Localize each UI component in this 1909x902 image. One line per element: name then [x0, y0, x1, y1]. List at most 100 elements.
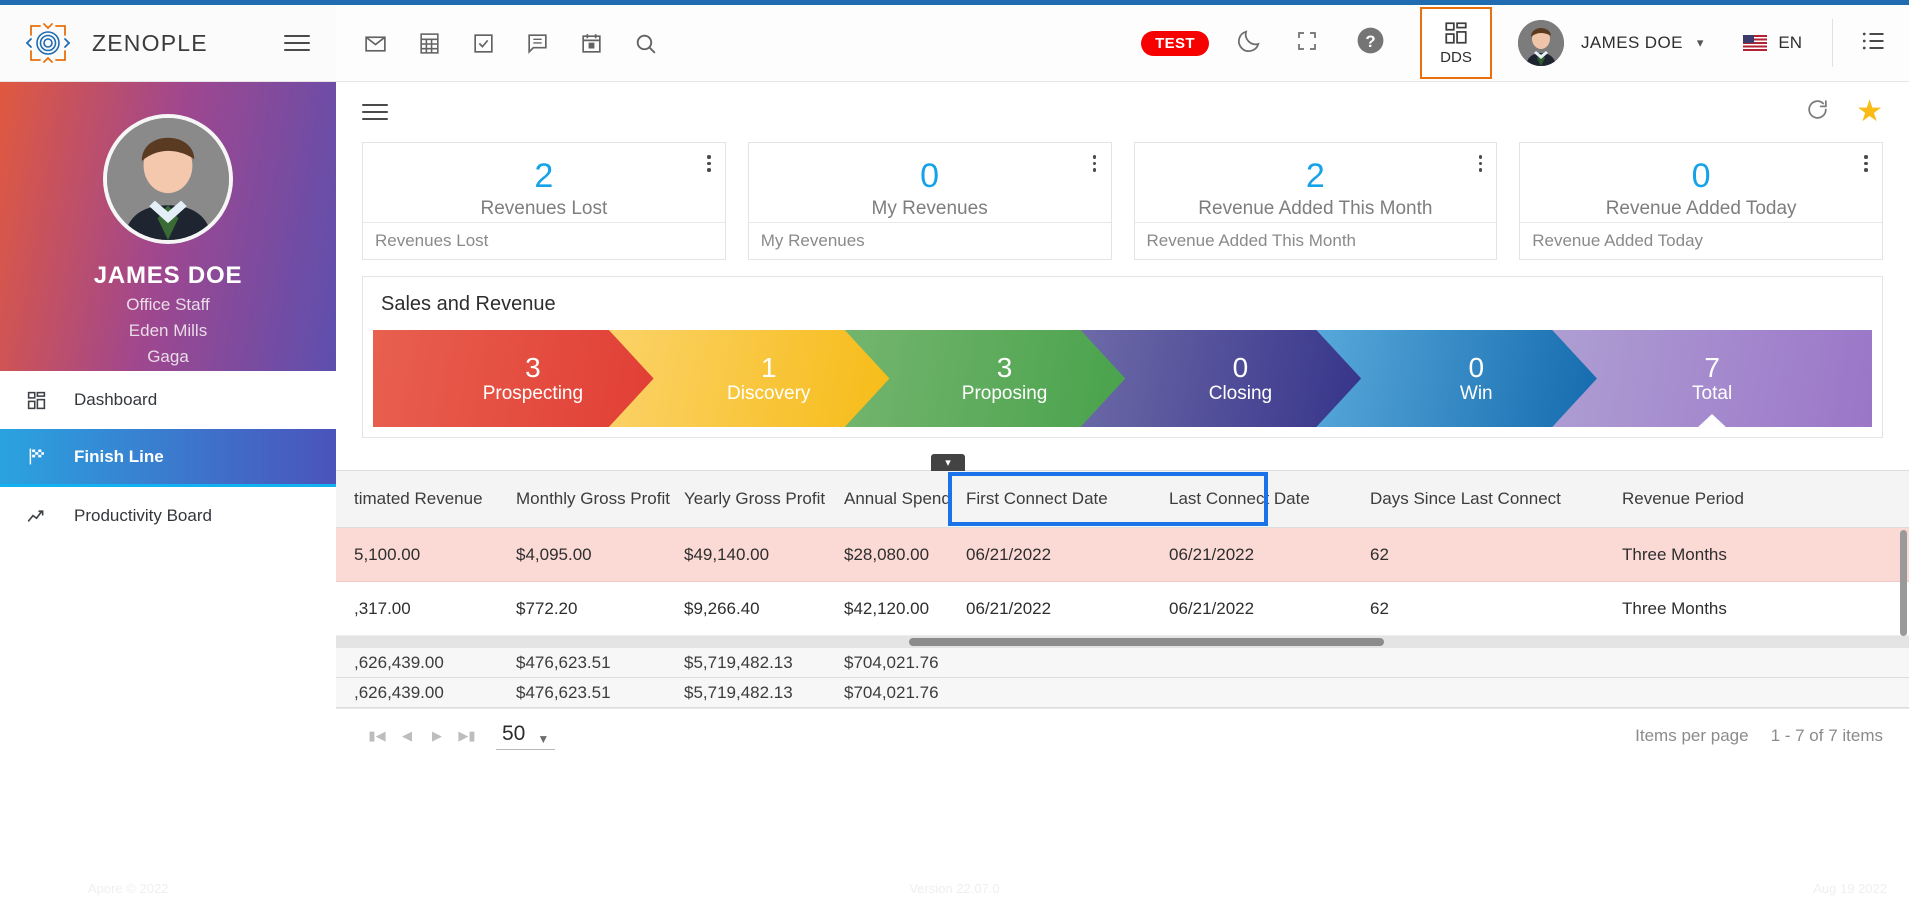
checkered-flag-icon — [26, 446, 56, 467]
sidebar-item-productivity-board[interactable]: Productivity Board — [0, 487, 336, 545]
pager-info: Items per page 1 - 7 of 7 items — [1635, 726, 1883, 746]
summary-yearly-gross-profit: $5,719,482.13 — [684, 652, 793, 672]
cell-first-connect-date: 06/21/2022 — [966, 598, 1052, 618]
list-menu-icon[interactable] — [1859, 27, 1887, 60]
grid-horizontal-scroll-thumb[interactable] — [909, 638, 1384, 646]
funnel-stage-label: Proposing — [961, 382, 1048, 404]
calculator-icon[interactable] — [413, 27, 445, 59]
avatar — [1518, 20, 1564, 66]
sidebar-item-finish-line[interactable]: Finish Line — [0, 429, 336, 487]
main-toolbar: ★ — [336, 82, 1909, 142]
message-icon[interactable] — [521, 27, 553, 59]
calendar-icon[interactable] — [575, 27, 607, 59]
panel-title: Sales and Revenue — [381, 293, 556, 315]
grid-dashboard-icon — [26, 390, 56, 411]
help-question-icon[interactable]: ? — [1355, 25, 1386, 61]
star-icon[interactable]: ★ — [1856, 97, 1883, 127]
profile-company: Gaga — [147, 347, 189, 366]
kpi-footer: Revenue Added Today — [1520, 222, 1882, 259]
more-vertical-icon[interactable] — [1861, 152, 1871, 175]
column-header[interactable]: timated Revenue — [336, 489, 498, 509]
page-next-button[interactable]: ▶ — [422, 721, 452, 751]
column-header[interactable]: First Connect Date — [948, 489, 1151, 509]
cell-annual-spend: $42,120.00 — [844, 598, 930, 618]
cell-annual-spend: $28,080.00 — [844, 544, 930, 564]
summary-annual-spend: $704,021.76 — [844, 682, 939, 702]
column-header[interactable]: Yearly Gross Profit — [666, 489, 826, 509]
column-header[interactable]: Monthly Gross Profit — [498, 489, 670, 509]
cell-estimated-revenue: ,317.00 — [354, 598, 411, 618]
column-header[interactable]: Revenue Period — [1604, 489, 1804, 509]
toolbar-actions: ★ — [1805, 97, 1883, 127]
environment-badge[interactable]: TEST — [1141, 30, 1209, 56]
more-vertical-icon[interactable] — [1090, 152, 1100, 175]
sidebar-item-dashboard[interactable]: Dashboard — [0, 371, 336, 429]
user-menu[interactable]: JAMES DOE ▾ — [1518, 20, 1703, 66]
kpi-card[interactable]: 2 Revenues Lost Revenues Lost — [362, 142, 726, 260]
collapse-panel-toggle[interactable]: ▾ — [931, 454, 965, 471]
summary-yearly-gross-profit: $5,719,482.13 — [684, 682, 793, 702]
main-menu-button[interactable] — [362, 104, 388, 120]
language-label: EN — [1778, 33, 1802, 52]
footer-date: Aug 19 2022 — [1813, 880, 1887, 896]
page-size-select[interactable]: 50 ▼ — [496, 722, 556, 750]
language-selector[interactable]: EN — [1743, 33, 1802, 53]
trend-up-icon — [26, 506, 56, 527]
items-per-page-label: Items per page — [1635, 725, 1749, 745]
kpi-card[interactable]: 0 Revenue Added Today Revenue Added Toda… — [1519, 142, 1883, 260]
cell-last-connect-date: 06/21/2022 — [1169, 544, 1255, 564]
data-grid: ▾ timated Revenue Monthly Gross Profit Y… — [336, 454, 1909, 902]
task-check-icon[interactable] — [467, 27, 499, 59]
fullscreen-icon[interactable] — [1295, 29, 1319, 58]
funnel-stage-label: Total — [1692, 382, 1733, 404]
sidebar-item-label: Dashboard — [74, 390, 158, 409]
cell-last-connect-date: 06/21/2022 — [1169, 598, 1255, 618]
column-header[interactable]: Annual Spend — [826, 489, 951, 509]
kpi-footer: Revenue Added This Month — [1134, 222, 1497, 259]
chevron-down-icon[interactable]: ▾ — [1697, 35, 1704, 51]
brand-name: ZENOPLE — [92, 29, 208, 56]
kpi-value: 0 — [920, 157, 940, 195]
funnel-stage-label: Win — [1459, 382, 1493, 404]
sidebar-toggle-button[interactable] — [284, 35, 310, 51]
grid-summary-row: ,626,439.00 $476,623.51 $5,719,482.13 $7… — [336, 648, 1909, 678]
dds-label: DDS — [1440, 49, 1472, 66]
grid-vertical-scrollbar[interactable] — [1900, 530, 1907, 636]
page-last-button[interactable]: ▶▮ — [452, 721, 482, 751]
funnel-stage-value: 0 — [1468, 351, 1485, 383]
funnel-stage-total[interactable]: 7 Total — [1552, 330, 1872, 427]
cell-monthly-gross-profit: $772.20 — [516, 598, 578, 618]
cell-yearly-gross-profit: $9,266.40 — [684, 598, 760, 618]
kpi-card[interactable]: 0 My Revenues My Revenues — [747, 142, 1112, 260]
mail-icon[interactable] — [359, 27, 391, 59]
kpi-card[interactable]: 2 Revenue Added This Month Revenue Added… — [1133, 142, 1498, 260]
search-icon[interactable] — [629, 27, 661, 59]
more-vertical-icon[interactable] — [704, 152, 714, 175]
funnel-stage-label: Prospecting — [482, 382, 584, 404]
column-header[interactable]: Days Since Last Connect — [1352, 489, 1604, 509]
sales-revenue-panel: Sales and Revenue 3 Prospecting 1 Discov… — [362, 276, 1883, 438]
funnel-stage-label: Discovery — [727, 382, 811, 404]
brand-area: ZENOPLE — [0, 5, 336, 81]
page-first-button[interactable]: ▮◀ — [362, 721, 392, 751]
grid-horizontal-scrollbar[interactable] — [336, 636, 1909, 648]
us-flag-icon — [1743, 35, 1768, 51]
more-vertical-icon[interactable] — [1475, 152, 1485, 175]
refresh-icon[interactable] — [1805, 97, 1830, 127]
dds-apps-button[interactable]: DDS — [1420, 7, 1492, 79]
cell-estimated-revenue: 5,100.00 — [354, 544, 421, 564]
page-prev-button[interactable]: ◀ — [392, 721, 422, 751]
funnel-stage-value: 1 — [760, 351, 777, 383]
table-row[interactable]: ,317.00 $772.20 $9,266.40 $42,120.00 06/… — [336, 582, 1909, 636]
moon-icon[interactable] — [1235, 27, 1263, 60]
kpi-caption: Revenue Added This Month — [1198, 198, 1433, 219]
column-header[interactable]: Last Connect Date — [1151, 489, 1352, 509]
header-right-group: TEST ? DDS JAMES DOE ▾ EN — [1141, 5, 1909, 81]
kpi-caption: Revenue Added Today — [1605, 198, 1797, 219]
footer-version: Version 22.07.0 — [909, 880, 1000, 896]
kpi-value: 2 — [534, 157, 554, 195]
table-row[interactable]: 5,100.00 $4,095.00 $49,140.00 $28,080.00… — [336, 528, 1909, 582]
kpi-value: 2 — [1305, 157, 1325, 195]
cell-days-since-last-connect: 62 — [1370, 598, 1389, 618]
funnel-stage-value: 7 — [1704, 351, 1720, 383]
